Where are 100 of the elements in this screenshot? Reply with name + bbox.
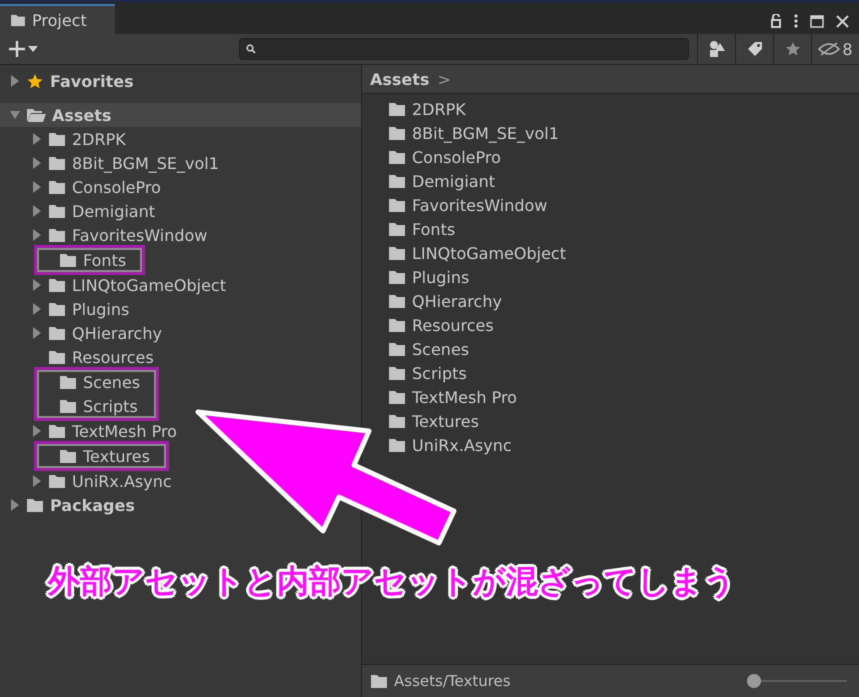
tree-item[interactable]: Assets	[0, 103, 361, 127]
folder-name: TextMesh Pro	[72, 422, 177, 440]
folder-name: QHierarchy	[412, 292, 502, 310]
folder-icon	[388, 246, 406, 260]
folder-name: LINQtoGameObject	[412, 244, 566, 262]
folder-name: Resources	[412, 316, 494, 334]
asset-item[interactable]: Textures	[388, 409, 859, 433]
tree-item[interactable]: LINQtoGameObject	[0, 273, 230, 297]
asset-item[interactable]: UniRx.Async	[388, 433, 859, 457]
folder-name: 8Bit_BGM_SE_vol1	[412, 124, 559, 142]
close-icon[interactable]	[836, 14, 849, 28]
expand-arrow-icon[interactable]	[32, 133, 42, 145]
asset-item[interactable]: Demigiant	[388, 169, 859, 193]
asset-item[interactable]: Resources	[388, 313, 859, 337]
folder-name: QHierarchy	[72, 324, 162, 342]
maximize-icon[interactable]	[810, 14, 824, 28]
expand-arrow-icon[interactable]	[32, 425, 42, 437]
expand-arrow-icon[interactable]	[10, 499, 20, 511]
expand-arrow-icon[interactable]	[32, 229, 42, 241]
folder-name: Scenes	[412, 340, 470, 358]
asset-item[interactable]: 2DRPK	[388, 97, 859, 121]
tree-item[interactable]: Scripts	[37, 394, 142, 418]
folder-icon	[10, 14, 26, 26]
asset-item[interactable]: QHierarchy	[388, 289, 859, 313]
tree-item[interactable]: FavoritesWindow	[0, 223, 212, 247]
tree-item[interactable]: Demigiant	[0, 199, 160, 223]
expand-arrow-icon[interactable]	[10, 75, 20, 87]
breadcrumb-item[interactable]: Assets	[370, 70, 430, 88]
expand-arrow-icon[interactable]	[32, 303, 42, 315]
selected-path: Assets/Textures	[394, 672, 511, 690]
tree-item[interactable]: TextMesh Pro	[0, 419, 181, 443]
folder-name: ConsolePro	[72, 178, 161, 196]
slider-thumb[interactable]	[747, 674, 761, 688]
tree-item[interactable]: Packages	[0, 493, 139, 517]
lock-icon[interactable]	[770, 14, 782, 28]
folder-icon	[48, 204, 66, 218]
asset-item[interactable]: TextMesh Pro	[388, 385, 859, 409]
tree-item[interactable]: Textures	[37, 444, 154, 468]
expand-arrow-icon[interactable]	[32, 205, 42, 217]
folder-name: Textures	[83, 446, 150, 466]
more-icon[interactable]	[794, 14, 798, 28]
tree-item[interactable]: QHierarchy	[0, 321, 166, 345]
folder-icon	[59, 252, 77, 268]
plus-icon	[8, 40, 26, 58]
star-icon	[26, 72, 44, 90]
expand-arrow-icon[interactable]	[32, 327, 42, 339]
expand-arrow-icon[interactable]	[32, 475, 42, 487]
expand-arrow-icon[interactable]	[32, 181, 42, 193]
folder-icon	[388, 342, 406, 356]
tree-item[interactable]: 8Bit_BGM_SE_vol1	[0, 151, 223, 175]
folder-name: Textures	[412, 412, 479, 430]
folder-icon	[388, 150, 406, 164]
tree-item[interactable]: ConsolePro	[0, 175, 165, 199]
star-icon	[784, 41, 800, 57]
collapse-arrow-icon[interactable]	[10, 109, 20, 121]
hidden-eye-icon	[818, 42, 840, 56]
asset-item[interactable]: Fonts	[388, 217, 859, 241]
asset-item[interactable]: LINQtoGameObject	[388, 241, 859, 265]
annotation-caption: 外部アセットと内部アセットが混ざってしまう	[48, 561, 736, 602]
search-field[interactable]	[239, 38, 689, 60]
folder-icon	[48, 424, 66, 438]
tree-item[interactable]: Scenes	[37, 370, 144, 394]
tree-item[interactable]: UniRx.Async	[0, 469, 176, 493]
folder-name: 2DRPK	[412, 100, 466, 118]
folder-icon	[370, 674, 388, 688]
tree-item[interactable]: Favorites	[0, 69, 138, 93]
folder-name: Scenes	[83, 372, 140, 392]
folder-icon	[388, 198, 406, 212]
shapes-icon	[708, 40, 726, 58]
expand-arrow-icon[interactable]	[32, 157, 42, 169]
folder-icon	[48, 228, 66, 242]
asset-item[interactable]: ConsolePro	[388, 145, 859, 169]
tree-item[interactable]: Fonts	[37, 248, 130, 272]
tree-item[interactable]: Resources	[0, 345, 158, 369]
breadcrumb-separator: >	[437, 70, 451, 88]
tree-item[interactable]: 2DRPK	[0, 127, 130, 151]
folder-icon	[48, 132, 66, 146]
asset-item[interactable]: Scenes	[388, 337, 859, 361]
folder-icon	[388, 222, 406, 236]
search-icon	[246, 44, 256, 54]
folder-icon	[388, 390, 406, 404]
folder-icon	[388, 366, 406, 380]
expand-arrow-icon[interactable]	[32, 279, 42, 291]
folder-name: UniRx.Async	[412, 436, 512, 454]
tree-item[interactable]: Plugins	[0, 297, 134, 321]
asset-item[interactable]: Scripts	[388, 361, 859, 385]
folder-icon	[48, 474, 66, 488]
asset-item[interactable]: FavoritesWindow	[388, 193, 859, 217]
folder-icon	[388, 294, 406, 308]
folder-name: FavoritesWindow	[72, 226, 208, 244]
folder-icon	[48, 302, 66, 316]
folder-name: TextMesh Pro	[412, 388, 517, 406]
asset-item[interactable]: 8Bit_BGM_SE_vol1	[388, 121, 859, 145]
asset-item[interactable]: Plugins	[388, 265, 859, 289]
project-tab[interactable]: Project	[0, 4, 115, 34]
tree-section-label: Favorites	[50, 72, 134, 90]
folder-name: UniRx.Async	[72, 472, 172, 490]
folder-name: Plugins	[412, 268, 470, 286]
folder-icon	[48, 326, 66, 340]
folder-name: Scripts	[83, 396, 138, 416]
